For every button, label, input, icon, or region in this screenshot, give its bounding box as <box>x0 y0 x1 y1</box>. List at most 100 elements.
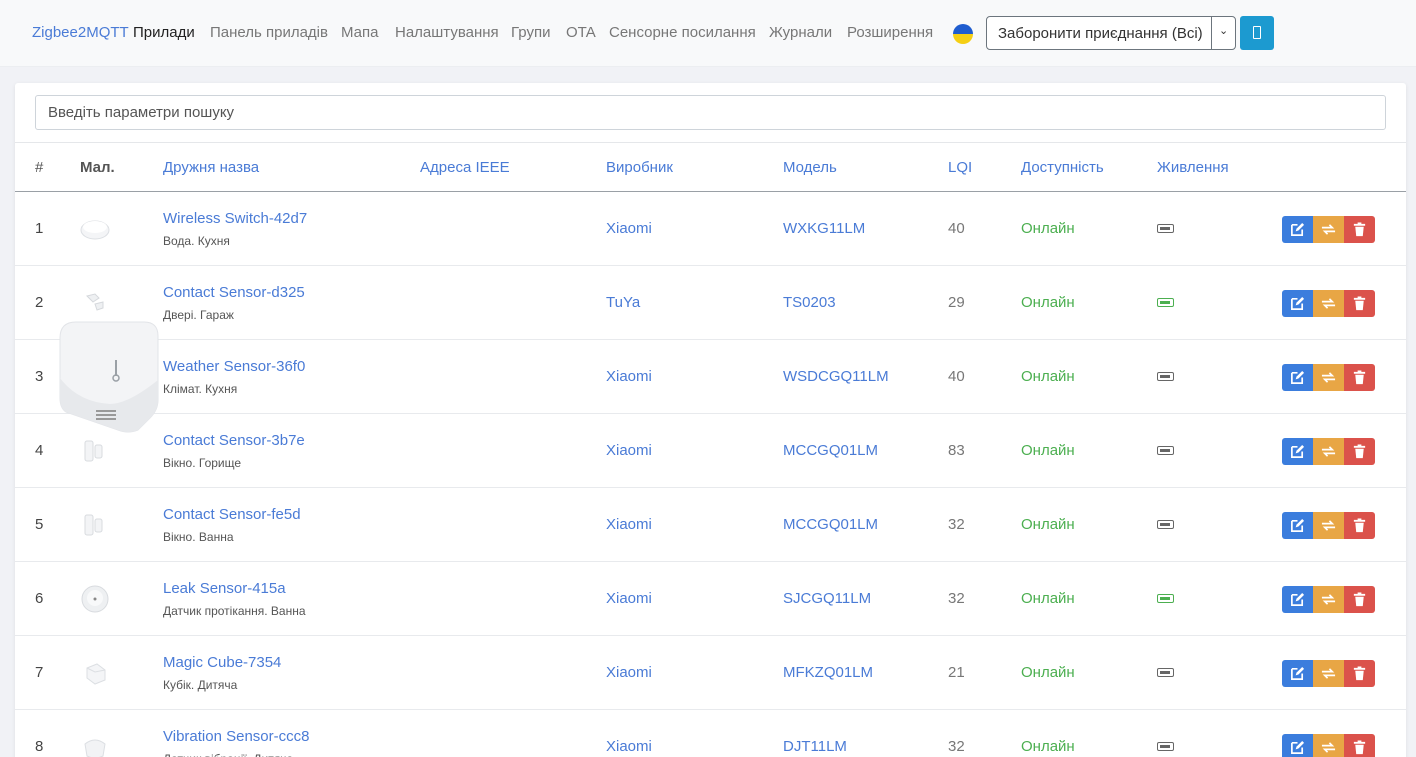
nav-ota[interactable]: OTA <box>566 24 596 42</box>
vendor-link[interactable]: Xiaomi <box>606 516 652 533</box>
device-name-link[interactable]: Leak Sensor-415a <box>163 580 286 597</box>
reconfigure-button[interactable] <box>1313 364 1344 391</box>
device-description: Вода. Кухня <box>163 234 230 248</box>
nav-dashboard[interactable]: Панель приладів <box>210 24 328 42</box>
table-row: 4 Contact Sensor-3b7e Вікно. Горище Xiaomi M… <box>15 414 1406 488</box>
device-name-link[interactable]: Contact Sensor-3b7e <box>163 432 305 449</box>
header-vendor[interactable]: Виробник <box>606 159 673 176</box>
rename-button[interactable] <box>1282 290 1313 317</box>
rename-button[interactable] <box>1282 216 1313 243</box>
nav-extensions[interactable]: Розширення <box>847 24 933 42</box>
header-ieee[interactable]: Адреса IEEE <box>420 159 510 176</box>
lqi-value: 21 <box>948 664 965 681</box>
device-name-link[interactable]: Contact Sensor-d325 <box>163 284 305 301</box>
battery-icon <box>1157 594 1174 603</box>
header-name[interactable]: Дружня назва <box>163 159 259 176</box>
table-header: # Мал. Дружня назва Адреса IEEE Виробник… <box>15 142 1406 192</box>
device-name-link[interactable]: Weather Sensor-36f0 <box>163 358 305 375</box>
row-actions <box>1282 734 1376 757</box>
remove-button[interactable] <box>1344 660 1375 687</box>
reconfigure-button[interactable] <box>1313 734 1344 757</box>
reconfigure-button[interactable] <box>1313 586 1344 613</box>
header-power[interactable]: Живлення <box>1157 159 1229 176</box>
reconfigure-button[interactable] <box>1313 216 1344 243</box>
remove-button[interactable] <box>1344 586 1375 613</box>
lqi-value: 32 <box>948 738 965 755</box>
vendor-link[interactable]: TuYa <box>606 294 640 311</box>
rename-button[interactable] <box>1282 364 1313 391</box>
battery-icon <box>1157 742 1174 751</box>
device-description: Кубік. Дитяча <box>163 678 238 692</box>
table-row: 3 Weather Sensor-36f0 Клімат. Кухня Xiaomi W… <box>15 340 1406 414</box>
language-flag-icon[interactable] <box>953 24 973 44</box>
remove-button[interactable] <box>1344 438 1375 465</box>
top-navbar: Zigbee2MQTT Прилади Панель приладів Мапа… <box>0 0 1416 67</box>
nav-logs[interactable]: Журнали <box>769 24 832 42</box>
rename-button[interactable] <box>1282 512 1313 539</box>
device-name-link[interactable]: Wireless Switch-42d7 <box>163 210 307 227</box>
device-name-link[interactable]: Contact Sensor-fe5d <box>163 506 301 523</box>
lqi-value: 29 <box>948 294 965 311</box>
search-input[interactable] <box>35 95 1386 130</box>
header-model[interactable]: Модель <box>783 159 837 176</box>
rename-button[interactable] <box>1282 734 1313 757</box>
device-description: Датчик протікання. Ванна <box>163 604 306 618</box>
nav-devices[interactable]: Прилади <box>133 24 195 42</box>
vendor-link[interactable]: Xiaomi <box>606 738 652 755</box>
rename-button[interactable] <box>1282 660 1313 687</box>
model-link[interactable]: MFKZQ01LM <box>783 664 873 681</box>
device-image <box>79 584 111 614</box>
permit-join-dropdown-toggle[interactable]: ⌄ <box>1211 17 1235 49</box>
model-link[interactable]: WXKG11LM <box>783 220 865 237</box>
header-num: # <box>35 159 44 176</box>
remove-button[interactable] <box>1344 734 1375 757</box>
device-description: Датчик вібрації. Дитяча <box>163 752 293 757</box>
vendor-link[interactable]: Xiaomi <box>606 220 652 237</box>
model-link[interactable]: MCCGQ01LM <box>783 442 878 459</box>
row-num: 4 <box>35 442 44 459</box>
devices-card: # Мал. Дружня назва Адреса IEEE Виробник… <box>15 83 1406 757</box>
remove-button[interactable] <box>1344 216 1375 243</box>
nav-map[interactable]: Мапа <box>341 24 378 42</box>
rename-button[interactable] <box>1282 438 1313 465</box>
model-link[interactable]: TS0203 <box>783 294 836 311</box>
header-pic: Мал. <box>80 159 115 176</box>
model-link[interactable]: DJT11LM <box>783 738 847 755</box>
reconfigure-button[interactable] <box>1313 660 1344 687</box>
availability-status: Онлайн <box>1021 220 1075 237</box>
brand-link[interactable]: Zigbee2MQTT <box>32 24 129 42</box>
header-lqi[interactable]: LQI <box>948 159 972 176</box>
nav-settings[interactable]: Налаштування <box>395 24 499 42</box>
reconfigure-button[interactable] <box>1313 512 1344 539</box>
vendor-link[interactable]: Xiaomi <box>606 442 652 459</box>
header-availability[interactable]: Доступність <box>1021 159 1104 176</box>
battery-icon <box>1157 224 1174 233</box>
table-row: 5 Contact Sensor-fe5d Вікно. Ванна Xiaomi MC… <box>15 488 1406 562</box>
nav-touchlink[interactable]: Сенсорне посилання <box>609 24 756 42</box>
table-row: 8 Vibration Sensor-ccc8 Датчик вібрації. Д… <box>15 710 1406 757</box>
availability-status: Онлайн <box>1021 294 1075 311</box>
permit-join-select[interactable]: Заборонити приєднання (Всі) ⌄ <box>986 16 1236 50</box>
reconfigure-button[interactable] <box>1313 290 1344 317</box>
remove-button[interactable] <box>1344 290 1375 317</box>
remove-button[interactable] <box>1344 512 1375 539</box>
vendor-link[interactable]: Xiaomi <box>606 664 652 681</box>
device-name-link[interactable]: Magic Cube-7354 <box>163 654 281 671</box>
device-description: Двері. Гараж <box>163 308 234 322</box>
device-description: Клімат. Кухня <box>163 382 238 396</box>
model-link[interactable]: WSDCGQ11LM <box>783 368 889 385</box>
lqi-value: 83 <box>948 442 965 459</box>
device-description: Вікно. Ванна <box>163 530 234 544</box>
rename-button[interactable] <box>1282 586 1313 613</box>
nav-groups[interactable]: Групи <box>511 24 550 42</box>
vendor-link[interactable]: Xiaomi <box>606 368 652 385</box>
model-link[interactable]: MCCGQ01LM <box>783 516 878 533</box>
timer-icon <box>1253 26 1261 39</box>
permit-join-timer-button[interactable] <box>1240 16 1274 50</box>
vendor-link[interactable]: Xiaomi <box>606 590 652 607</box>
reconfigure-button[interactable] <box>1313 438 1344 465</box>
remove-button[interactable] <box>1344 364 1375 391</box>
table-row: 6 Leak Sensor-415a Датчик протікання. Ванн… <box>15 562 1406 636</box>
model-link[interactable]: SJCGQ11LM <box>783 590 871 607</box>
device-name-link[interactable]: Vibration Sensor-ccc8 <box>163 728 309 745</box>
